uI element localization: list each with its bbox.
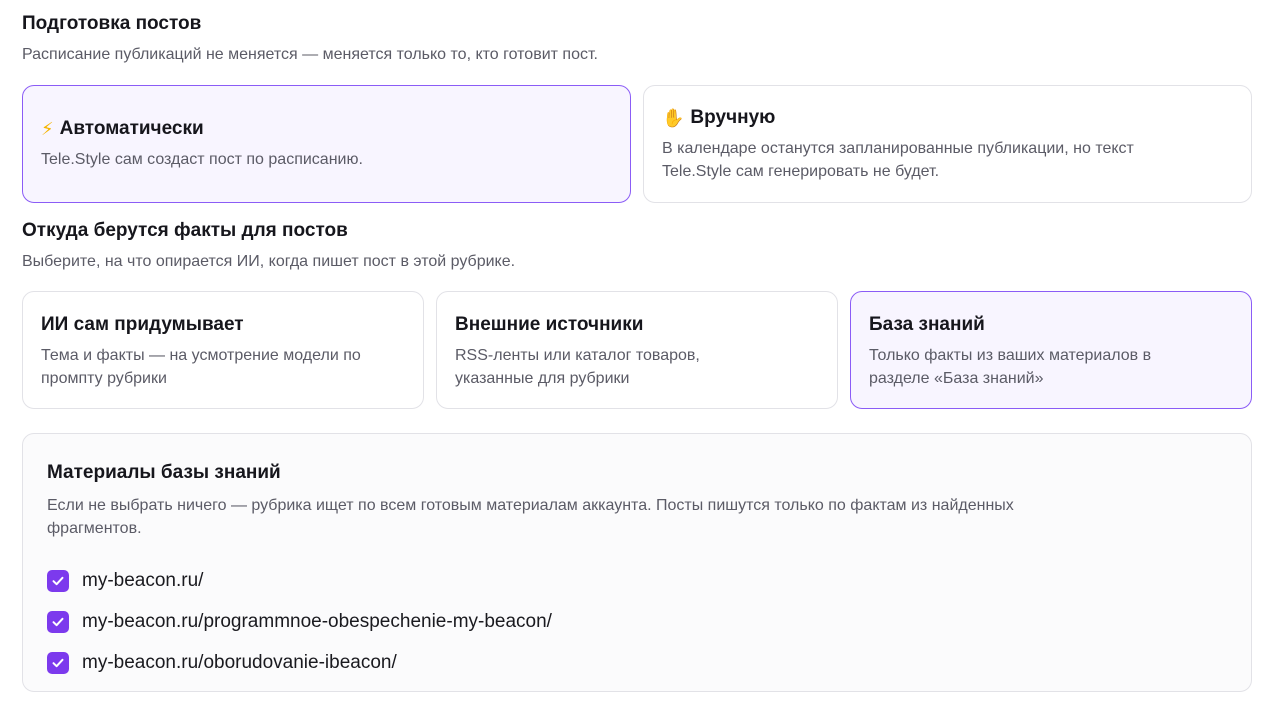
source-option-ai-title: ИИ сам придумывает <box>41 314 244 335</box>
kb-material-label: my-beacon.ru/oborudovanie-ibeacon/ <box>82 651 397 673</box>
prep-section-desc: Расписание публикаций не меняется — меня… <box>22 46 598 63</box>
source-option-external-desc: RSS-ленты или каталог товаров, указанные… <box>455 344 819 390</box>
kb-materials-title: Материалы базы знаний <box>47 462 281 483</box>
checkbox-checked[interactable] <box>47 569 69 592</box>
kb-materials-desc: Если не выбрать ничего — рубрика ищет по… <box>47 494 1157 540</box>
desc-line: Tele.Style сам генерировать не будет. <box>662 163 940 180</box>
source-option-kb-desc: Только факты из ваших материалов в разде… <box>869 344 1233 390</box>
kb-material-item[interactable]: my-beacon.ru/ <box>47 560 1227 601</box>
check-icon <box>52 576 64 585</box>
check-icon <box>52 658 64 667</box>
prep-option-manual-label: Вручную <box>690 107 776 128</box>
lightning-icon: ⚡ <box>41 118 54 140</box>
desc-line: Если не выбрать ничего — рубрика ищет по… <box>47 497 1014 514</box>
desc-line: промпту рубрики <box>41 370 167 387</box>
prep-section-title: Подготовка постов <box>22 13 202 34</box>
prep-option-manual-desc: В календаре останутся запланированные пу… <box>662 137 1233 183</box>
source-option-external[interactable]: Внешние источники RSS-ленты или каталог … <box>436 291 838 409</box>
page: Подготовка постов Расписание публикаций … <box>0 0 1280 701</box>
kb-material-item[interactable]: my-beacon.ru/programmnoe-obespechenie-my… <box>47 601 1227 642</box>
desc-line: фрагментов. <box>47 520 142 537</box>
desc-line: RSS-ленты или каталог товаров, <box>455 347 700 364</box>
source-option-kb[interactable]: База знаний Только факты из ваших матери… <box>850 291 1252 409</box>
checkbox-checked[interactable] <box>47 651 69 674</box>
desc-line: Только факты из ваших материалов в <box>869 347 1152 364</box>
desc-line: В календаре останутся запланированные пу… <box>662 140 1134 157</box>
prep-option-manual[interactable]: ✋ Вручную В календаре останутся запланир… <box>643 85 1252 203</box>
source-option-kb-title: База знаний <box>869 314 985 335</box>
kb-materials-list: my-beacon.ru/ my-beacon.ru/programmnoe-o… <box>47 560 1227 683</box>
prep-option-manual-title: ✋ Вручную <box>662 107 1233 129</box>
kb-material-item[interactable]: my-beacon.ru/oborudovanie-ibeacon/ <box>47 642 1227 683</box>
prep-option-auto-label: Автоматически <box>59 118 204 139</box>
kb-material-label: my-beacon.ru/programmnoe-obespechenie-my… <box>82 610 552 632</box>
desc-line: Тема и факты — на усмотрение модели по <box>41 347 361 364</box>
checkbox-checked[interactable] <box>47 610 69 633</box>
prep-option-auto-title: ⚡ Автоматически <box>41 118 612 140</box>
prep-option-auto-desc: Tele.Style сам создаст пост по расписани… <box>41 151 363 168</box>
source-option-ai[interactable]: ИИ сам придумывает Тема и факты — на усм… <box>22 291 424 409</box>
sources-section-title: Откуда берутся факты для постов <box>22 220 348 241</box>
sources-section-desc: Выберите, на что опирается ИИ, когда пиш… <box>22 253 516 270</box>
source-option-external-title: Внешние источники <box>455 314 644 335</box>
desc-line: разделе «База знаний» <box>869 370 1044 387</box>
desc-line: указанные для рубрики <box>455 370 630 387</box>
prep-option-auto[interactable]: ⚡ Автоматически Tele.Style сам создаст п… <box>22 85 631 203</box>
check-icon <box>52 617 64 626</box>
source-option-ai-desc: Тема и факты — на усмотрение модели по п… <box>41 344 405 390</box>
kb-materials-panel: Материалы базы знаний Если не выбрать ни… <box>22 433 1252 692</box>
kb-material-label: my-beacon.ru/ <box>82 569 204 591</box>
hand-icon: ✋ <box>662 107 685 129</box>
